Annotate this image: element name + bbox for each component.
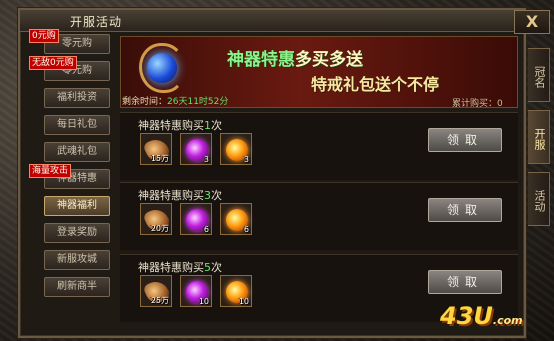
window-title: 开服活动 (70, 15, 123, 29)
reward-item[interactable]: 25万 (140, 275, 172, 307)
reward-item[interactable]: 6 (220, 203, 252, 235)
left-menu: 零元购 0元购 零元购 无敌0元购 福利投资 每日礼包 武魂礼包 神器特惠 海量… (24, 29, 112, 304)
reward-item[interactable]: 20万 (140, 203, 172, 235)
reward-items: 25万 10 10 (140, 275, 252, 307)
menu-badge: 无敌0元购 (29, 56, 77, 70)
total-purchases: 累计购买：0 (452, 96, 503, 109)
reward-item[interactable]: 15万 (140, 133, 172, 165)
item-qty: 25万 (150, 296, 169, 305)
item-qty: 10 (198, 297, 209, 306)
menu-item-login-reward[interactable]: 登录奖励 (44, 223, 110, 243)
item-qty: 3 (203, 155, 209, 164)
side-tab-opening[interactable]: 开服 (528, 110, 550, 164)
reward-item[interactable]: 3 (180, 133, 212, 165)
item-qty: 3 (243, 155, 249, 164)
side-tab-events[interactable]: 活动 (528, 172, 550, 226)
banner-title: 神器特惠多买多送 (227, 50, 363, 70)
title-bar[interactable]: 开服活动 (20, 10, 524, 32)
side-tab-naming[interactable]: 冠名 (528, 48, 550, 102)
close-button[interactable]: X (514, 10, 550, 34)
menu-item-refresh[interactable]: 刷新商半 (44, 277, 110, 297)
item-qty: 10 (238, 297, 249, 306)
total-label: 累计购买： (452, 99, 498, 109)
reward-item[interactable]: 10 (180, 275, 212, 307)
menu-item-zero-buy[interactable]: 零元购 0元购 (29, 29, 110, 54)
countdown-label: 剩余时间： (122, 97, 168, 107)
menu-item-new-server-siege[interactable]: 新服攻城 (44, 250, 110, 270)
offer-title: 神器特惠购买5次 (138, 261, 222, 274)
claim-button[interactable]: 领取 (428, 128, 502, 152)
claim-button[interactable]: 领取 (428, 270, 502, 294)
menu-badge: 0元购 (29, 29, 59, 43)
item-qty: 6 (243, 225, 249, 234)
blue-orb-icon (147, 53, 177, 83)
menu-item-zero-buy-invincible[interactable]: 零元购 无敌0元购 (29, 56, 110, 81)
menu-item-artifact-sale[interactable]: 神器特惠 海量攻击 (29, 164, 110, 189)
item-qty: 6 (203, 225, 209, 234)
side-tab-bar: 冠名 开服 活动 (528, 48, 550, 234)
countdown-value: 26天11时52分 (167, 97, 229, 107)
site-watermark-logo: 43U.com (440, 302, 523, 330)
offer-row: 神器特惠购买1次 15万 3 3 领取 (120, 112, 518, 180)
offer-row: 神器特惠购买3次 20万 6 6 领取 (120, 182, 518, 250)
item-qty: 20万 (150, 224, 169, 233)
reward-item[interactable]: 6 (180, 203, 212, 235)
banner-subtitle: 特戒礼包送个不停 (311, 75, 440, 94)
offer-title: 神器特惠购买3次 (138, 189, 222, 202)
reward-items: 15万 3 3 (140, 133, 252, 165)
menu-badge: 海量攻击 (29, 164, 72, 178)
total-value: 0 (497, 99, 503, 109)
reward-item[interactable]: 10 (220, 275, 252, 307)
menu-item-investment[interactable]: 福利投资 (44, 88, 110, 108)
claim-button[interactable]: 领取 (428, 198, 502, 222)
menu-item-daily-pack[interactable]: 每日礼包 (44, 115, 110, 135)
menu-item-artifact-welfare[interactable]: 神器福利 (44, 196, 110, 216)
countdown: 剩余时间：26天11时52分 (122, 94, 228, 107)
reward-items: 20万 6 6 (140, 203, 252, 235)
item-qty: 15万 (150, 154, 169, 163)
reward-item[interactable]: 3 (220, 133, 252, 165)
offer-title: 神器特惠购买1次 (138, 119, 222, 132)
menu-item-label: 零元购 (62, 38, 92, 49)
menu-item-soul-pack[interactable]: 武魂礼包 (44, 142, 110, 162)
